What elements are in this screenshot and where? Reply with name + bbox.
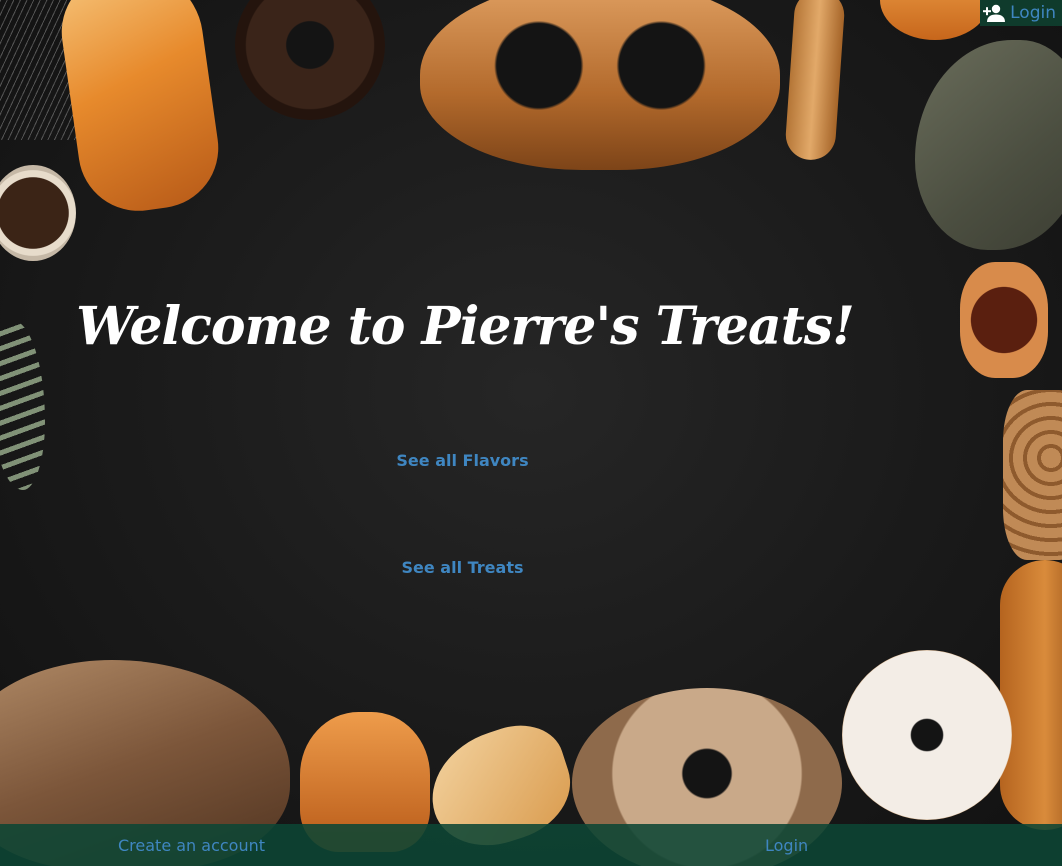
- header-login-link[interactable]: Login: [980, 0, 1062, 26]
- see-all-flavors-link[interactable]: See all Flavors: [0, 451, 925, 470]
- footer-login-link[interactable]: Login: [765, 836, 808, 855]
- header-login-label: Login: [1010, 3, 1056, 23]
- see-all-treats-link[interactable]: See all Treats: [0, 558, 925, 577]
- background-chocolate-donut: [235, 0, 385, 120]
- background-coffee-bowl: [0, 165, 76, 261]
- background-glazed-donut: [842, 650, 1012, 820]
- page-title: Welcome to Pierre's Treats!: [76, 296, 855, 357]
- background-pretzel: [420, 0, 780, 170]
- background-croissant-top: [880, 0, 990, 40]
- background-bread-right: [1000, 560, 1062, 830]
- page: Login Welcome to Pierre's Treats! See al…: [0, 0, 1062, 866]
- create-account-link[interactable]: Create an account: [118, 836, 265, 855]
- footer-bar: Create an account Login: [0, 824, 1062, 866]
- background-almonds: [1003, 390, 1062, 560]
- background-grey-bread: [915, 40, 1062, 250]
- background-grass-decoration: [0, 0, 80, 140]
- background-tart: [960, 262, 1048, 378]
- background-bread-stick: [784, 0, 846, 162]
- person-add-icon: [982, 3, 1006, 23]
- background-baguette: [53, 0, 227, 219]
